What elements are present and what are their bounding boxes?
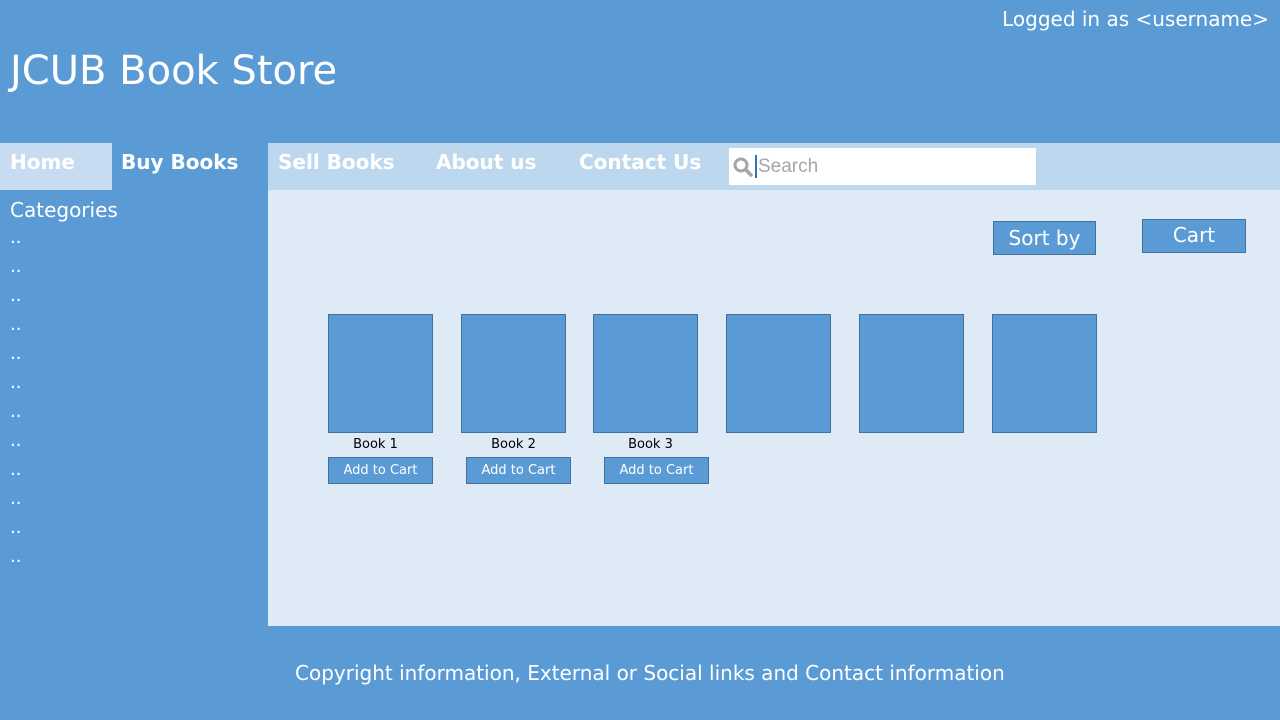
book-cover[interactable] xyxy=(593,314,698,433)
category-item[interactable]: .. xyxy=(10,373,21,402)
book-cover[interactable] xyxy=(726,314,831,433)
nav-buy-books[interactable]: Buy Books xyxy=(112,143,268,190)
nav-about-us[interactable]: About us xyxy=(436,143,536,190)
book-title[interactable]: Book 3 xyxy=(598,437,703,452)
main-nav: Home Buy Books Sell Books About us Conta… xyxy=(0,143,1280,190)
category-item[interactable]: .. xyxy=(10,489,21,518)
category-item[interactable]: .. xyxy=(10,402,21,431)
add-to-cart-button[interactable]: Add to Cart xyxy=(328,457,433,484)
category-list: .. .. .. .. .. .. .. .. .. .. .. .. xyxy=(10,228,21,576)
nav-contact-us[interactable]: Contact Us xyxy=(579,143,701,190)
category-item[interactable]: .. xyxy=(10,228,21,257)
site-header: Logged in as <username> JCUB Book Store xyxy=(0,0,1280,143)
category-item[interactable]: .. xyxy=(10,518,21,547)
search-input[interactable] xyxy=(756,152,1026,181)
category-item[interactable]: .. xyxy=(10,257,21,286)
search-icon xyxy=(733,157,753,177)
nav-home[interactable]: Home xyxy=(0,143,112,190)
footer-info: Copyright information, External or Socia… xyxy=(295,661,1005,685)
site-title[interactable]: JCUB Book Store xyxy=(10,48,337,94)
logged-in-status[interactable]: Logged in as <username> xyxy=(1002,7,1269,31)
site-footer: Copyright information, External or Socia… xyxy=(0,626,1280,720)
book-cover[interactable] xyxy=(992,314,1097,433)
category-item[interactable]: .. xyxy=(10,547,21,576)
sort-by-button[interactable]: Sort by xyxy=(993,221,1096,255)
category-item[interactable]: .. xyxy=(10,315,21,344)
categories-title: Categories xyxy=(10,198,118,222)
category-item[interactable]: .. xyxy=(10,460,21,489)
nav-sell-books[interactable]: Sell Books xyxy=(278,143,395,190)
category-item[interactable]: .. xyxy=(10,286,21,315)
cart-button[interactable]: Cart xyxy=(1142,219,1246,253)
book-cover[interactable] xyxy=(859,314,964,433)
book-title[interactable]: Book 1 xyxy=(323,437,428,452)
categories-sidebar: Categories .. .. .. .. .. .. .. .. .. ..… xyxy=(0,190,268,626)
book-listing-area: Sort by Cart Book 1 Add to Cart Book 2 A… xyxy=(268,190,1280,626)
book-cover[interactable] xyxy=(328,314,433,433)
category-item[interactable]: .. xyxy=(10,344,21,373)
add-to-cart-button[interactable]: Add to Cart xyxy=(604,457,709,484)
book-title[interactable]: Book 2 xyxy=(461,437,566,452)
search-box[interactable] xyxy=(729,148,1036,185)
category-item[interactable]: .. xyxy=(10,431,21,460)
add-to-cart-button[interactable]: Add to Cart xyxy=(466,457,571,484)
book-cover[interactable] xyxy=(461,314,566,433)
